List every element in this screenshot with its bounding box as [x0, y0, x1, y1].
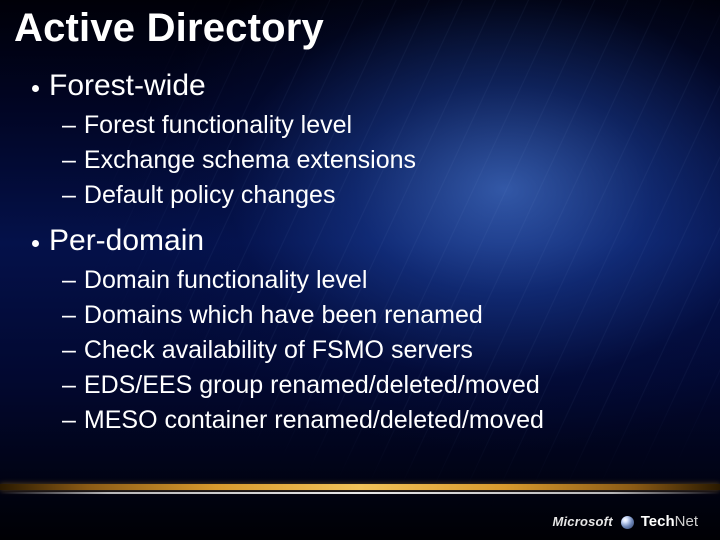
item-text: Default policy changes [84, 179, 336, 212]
bullet-disc-icon [32, 85, 39, 92]
section-label: Per-domain [49, 224, 204, 258]
list-item: –Default policy changes [62, 179, 702, 212]
list-item: –Exchange schema extensions [62, 144, 702, 177]
accent-stripe-white [0, 492, 720, 494]
dash-icon: – [62, 299, 76, 332]
logo-tech-text: Tech [641, 513, 675, 530]
section-forest-wide: Forest-wide –Forest functionality level … [32, 69, 702, 212]
sub-list: –Domain functionality level –Domains whi… [32, 264, 702, 437]
bullet-list: Forest-wide –Forest functionality level … [14, 69, 702, 437]
technet-logo: Microsoft TechNet [552, 513, 698, 530]
slide: Active Directory Forest-wide –Forest fun… [0, 0, 720, 540]
list-item: –Domain functionality level [62, 264, 702, 297]
dash-icon: – [62, 369, 76, 402]
item-text: MESO container renamed/deleted/moved [84, 404, 544, 437]
logo-net-text: Net [675, 513, 698, 530]
dash-icon: – [62, 404, 76, 437]
bullet-row: Forest-wide [32, 69, 702, 103]
footer-accent-bar [0, 484, 720, 498]
list-item: –Forest functionality level [62, 109, 702, 142]
item-text: Forest functionality level [84, 109, 352, 142]
slide-content: Active Directory Forest-wide –Forest fun… [0, 0, 720, 437]
list-item: –MESO container renamed/deleted/moved [62, 404, 702, 437]
logo-microsoft-text: Microsoft [552, 514, 612, 529]
item-text: Domain functionality level [84, 264, 367, 297]
section-per-domain: Per-domain –Domain functionality level –… [32, 224, 702, 437]
item-text: EDS/EES group renamed/deleted/moved [84, 369, 540, 402]
item-text: Exchange schema extensions [84, 144, 416, 177]
dash-icon: – [62, 144, 76, 177]
item-text: Domains which have been renamed [84, 299, 483, 332]
bullet-row: Per-domain [32, 224, 702, 258]
globe-icon [621, 516, 634, 529]
slide-title: Active Directory [14, 6, 702, 51]
accent-stripe-orange [0, 484, 720, 490]
dash-icon: – [62, 109, 76, 142]
dash-icon: – [62, 264, 76, 297]
bullet-disc-icon [32, 240, 39, 247]
list-item: –Domains which have been renamed [62, 299, 702, 332]
list-item: –Check availability of FSMO servers [62, 334, 702, 367]
list-item: –EDS/EES group renamed/deleted/moved [62, 369, 702, 402]
item-text: Check availability of FSMO servers [84, 334, 473, 367]
logo-technet: TechNet [641, 513, 698, 530]
dash-icon: – [62, 179, 76, 212]
dash-icon: – [62, 334, 76, 367]
sub-list: –Forest functionality level –Exchange sc… [32, 109, 702, 212]
section-label: Forest-wide [49, 69, 206, 103]
